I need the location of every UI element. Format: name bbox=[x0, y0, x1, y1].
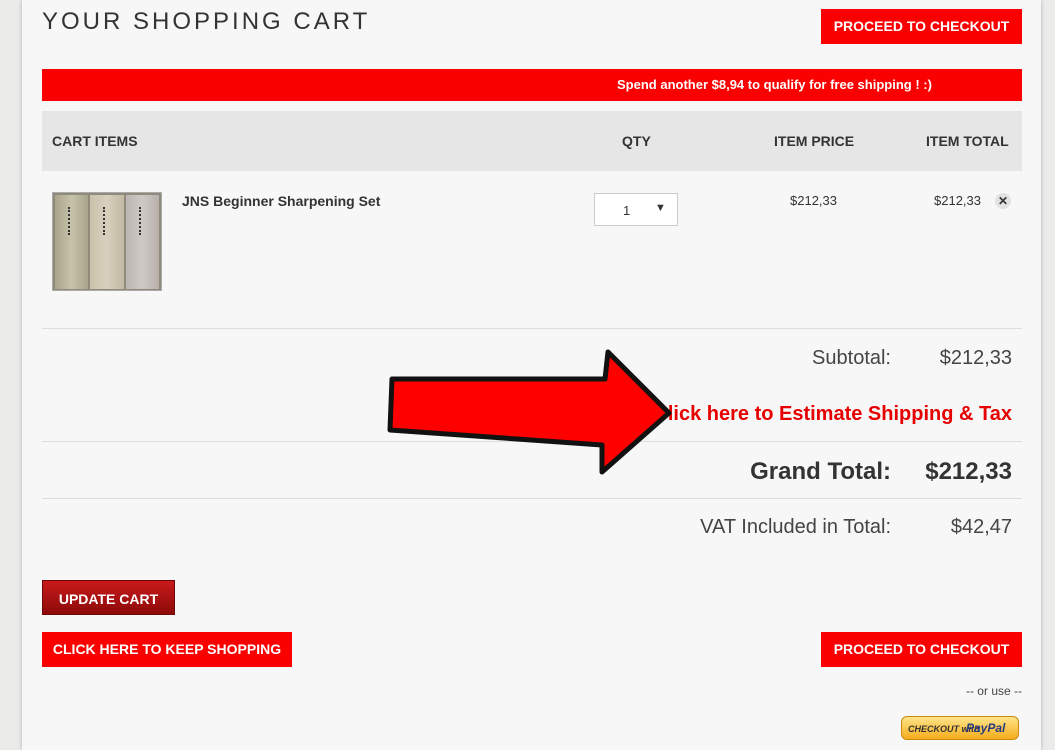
stone-image bbox=[126, 195, 159, 289]
grand-total-label: Grand Total: bbox=[750, 458, 891, 485]
item-total: $212,33 bbox=[934, 193, 981, 208]
update-cart-button[interactable]: UPDATE CART bbox=[42, 580, 175, 615]
free-shipping-banner: Spend another $8,94 to qualify for free … bbox=[42, 69, 1022, 101]
grand-total-value: $212,33 bbox=[925, 458, 1012, 485]
stone-image bbox=[55, 195, 88, 289]
divider bbox=[42, 498, 1022, 499]
or-use-text: -- or use -- bbox=[965, 684, 1022, 698]
quantity-value: 1 bbox=[623, 203, 631, 218]
product-name[interactable]: JNS Beginner Sharpening Set bbox=[182, 193, 380, 209]
vat-value: $42,47 bbox=[950, 516, 1012, 538]
kanji-mark bbox=[103, 207, 111, 235]
subtotal-label: Subtotal: bbox=[812, 347, 891, 369]
kanji-mark bbox=[68, 207, 76, 235]
divider bbox=[42, 441, 1022, 442]
proceed-to-checkout-button-bottom[interactable]: PROCEED TO CHECKOUT bbox=[821, 632, 1022, 667]
free-shipping-text: Spend another $8,94 to qualify for free … bbox=[617, 77, 932, 92]
product-image[interactable] bbox=[52, 192, 162, 291]
proceed-to-checkout-button-top[interactable]: PROCEED TO CHECKOUT bbox=[821, 9, 1022, 44]
paypal-logo: PayPal bbox=[966, 721, 1006, 735]
header-item-total: ITEM TOTAL bbox=[926, 133, 1009, 149]
chevron-down-icon: ▼ bbox=[655, 202, 666, 214]
subtotal-value: $212,33 bbox=[939, 347, 1012, 369]
close-icon[interactable]: ✕ bbox=[995, 193, 1011, 209]
cart-table-header: CART ITEMS QTY ITEM PRICE ITEM TOTAL bbox=[42, 111, 1022, 171]
cart-page: YOUR SHOPPING CART PROCEED TO CHECKOUT S… bbox=[22, 0, 1041, 750]
header-cart-items: CART ITEMS bbox=[52, 133, 138, 149]
quantity-select[interactable]: 1 ▼ bbox=[594, 193, 678, 226]
keep-shopping-button[interactable]: CLICK HERE TO KEEP SHOPPING bbox=[42, 632, 292, 667]
estimate-shipping-link[interactable]: Click here to Estimate Shipping & Tax bbox=[653, 403, 1012, 426]
kanji-mark bbox=[139, 207, 147, 235]
divider bbox=[42, 328, 1022, 329]
page-title: YOUR SHOPPING CART bbox=[42, 8, 371, 35]
item-price: $212,33 bbox=[790, 193, 837, 208]
header-item-price: ITEM PRICE bbox=[774, 133, 855, 149]
paypal-checkout-button[interactable]: CHECKOUT with PayPal bbox=[901, 716, 1019, 740]
stone-image bbox=[90, 195, 124, 289]
header-qty: QTY bbox=[622, 133, 651, 149]
vat-label: VAT Included in Total: bbox=[700, 516, 891, 538]
